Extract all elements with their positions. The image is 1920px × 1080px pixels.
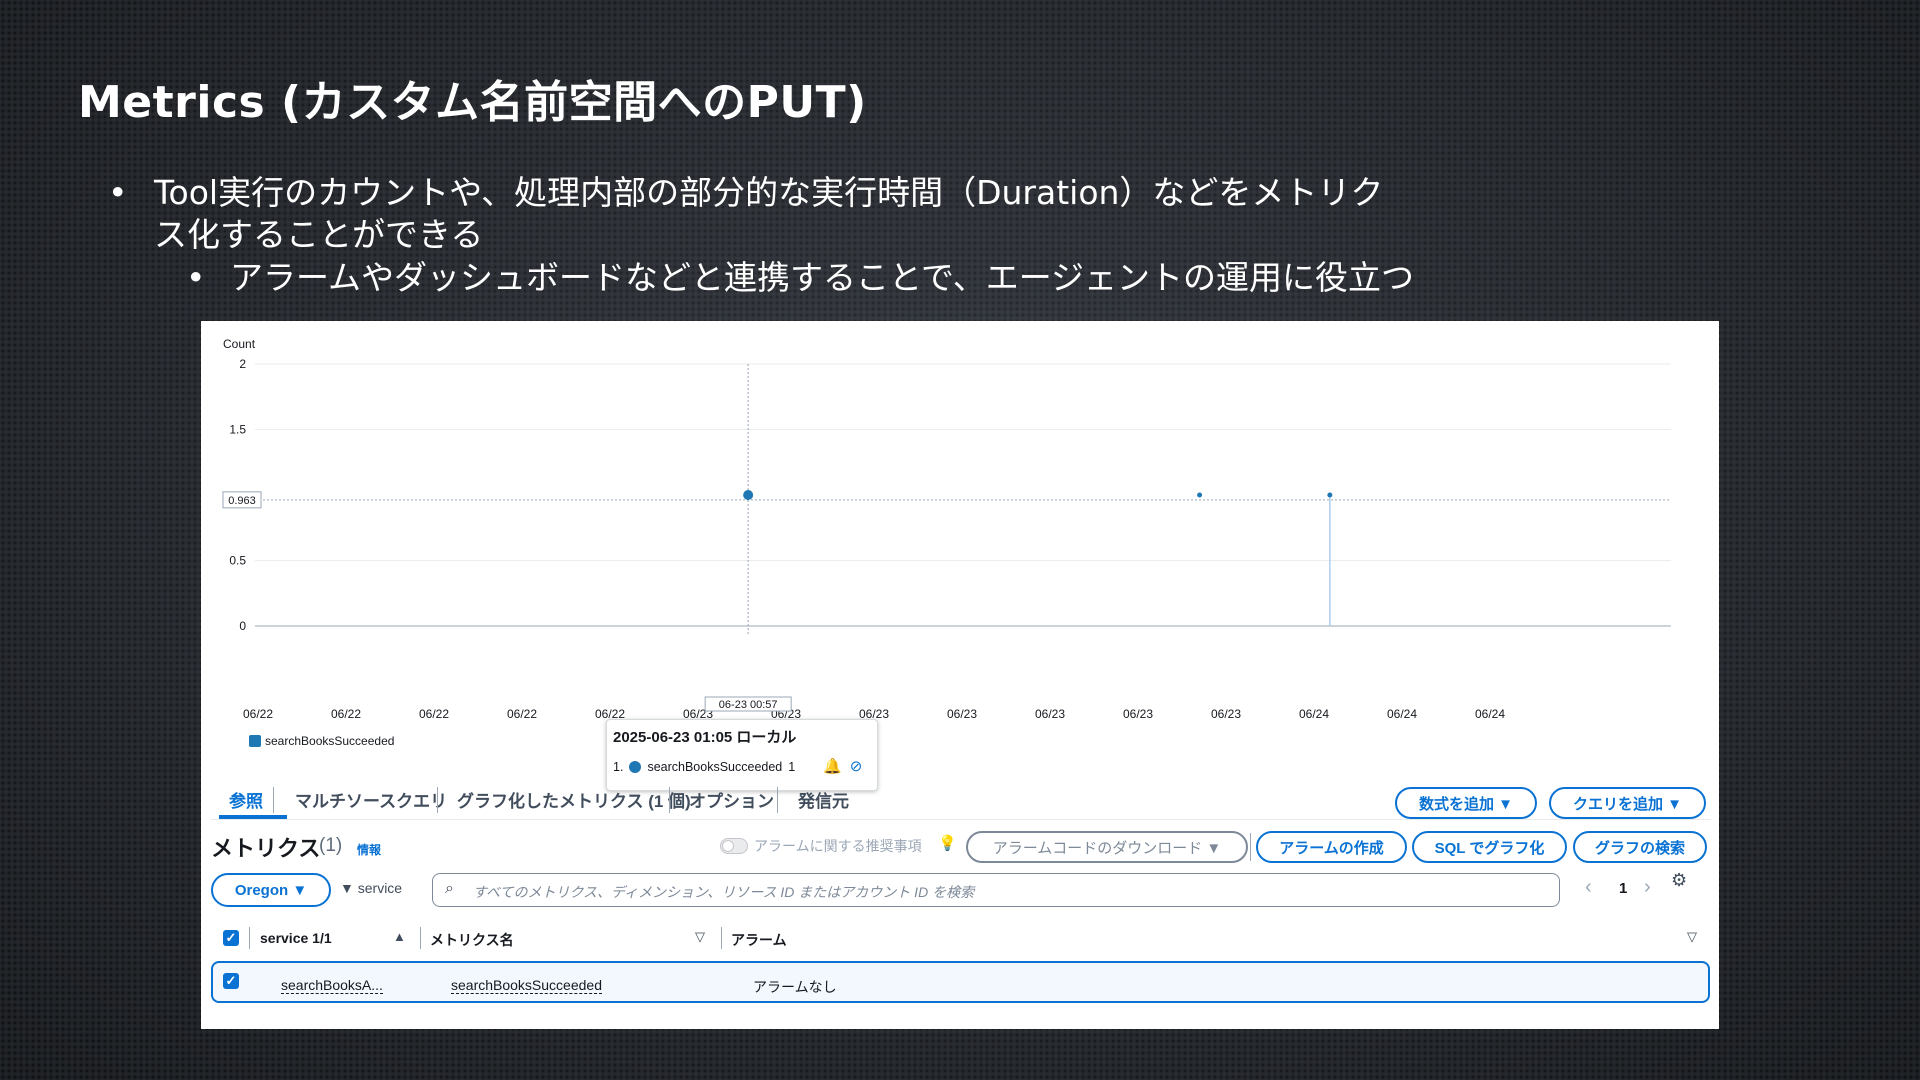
cloudwatch-screenshot: Count 0 0.5 1.5 2 0.963 06/22 06/22 06/22 06/22 06… bbox=[201, 321, 1719, 1029]
browse-graphs-button[interactable]: グラフの検索 bbox=[1573, 831, 1707, 863]
row-alarm: アラームなし bbox=[753, 979, 837, 995]
chart-legend[interactable]: searchBooksSucceeded bbox=[249, 734, 394, 748]
lightbulb-icon: 💡 bbox=[938, 835, 957, 852]
y-tick-label: 0.5 bbox=[229, 554, 246, 568]
bullet-marker: • bbox=[108, 173, 128, 212]
tooltip-value: 1 bbox=[788, 760, 796, 774]
info-link[interactable]: 情報 bbox=[357, 841, 381, 858]
header-alarm[interactable]: アラーム bbox=[731, 930, 787, 950]
metrics-title: メトリクス bbox=[211, 836, 321, 861]
metrics-count: (1) bbox=[319, 835, 343, 856]
bullet-1: • Tool実行のカウントや、処理内部の部分的な実行時間（Duration）など… bbox=[108, 172, 1404, 256]
tab-divider bbox=[669, 787, 670, 813]
legend-swatch bbox=[249, 735, 261, 747]
bullet-2-text: アラームやダッシュボードなどと連携することで、エージェントの運用に役立つ bbox=[230, 258, 1415, 297]
data-point bbox=[743, 490, 754, 500]
bullet-1-text: Tool実行のカウントや、処理内部の部分的な実行時間（Duration）などをメ… bbox=[154, 173, 1384, 254]
y-tick-label: 0 bbox=[239, 619, 246, 633]
legend-label: searchBooksSucceeded bbox=[265, 734, 395, 748]
y-tick-label: 2 bbox=[239, 357, 246, 371]
next-page-icon[interactable]: › bbox=[1644, 876, 1651, 899]
alarm-recommendations-label: アラームに関する推奨事項 bbox=[754, 838, 922, 854]
row-metric-name[interactable]: searchBooksSucceeded bbox=[451, 977, 602, 994]
page-number[interactable]: 1 bbox=[1619, 880, 1627, 897]
tab-options[interactable]: オプション bbox=[689, 787, 774, 812]
tab-divider bbox=[437, 787, 438, 813]
x-tick-label: 06/23 bbox=[1123, 707, 1153, 721]
graph-with-sql-button[interactable]: SQL でグラフ化 bbox=[1412, 831, 1567, 863]
search-placeholder: すべてのメトリクス、ディメンション、リソース ID またはアカウント ID を検… bbox=[473, 884, 975, 900]
slide-title: Metrics (カスタム名前空間へのPUT) bbox=[78, 77, 867, 128]
region-selector[interactable]: Oregon ▼ bbox=[211, 873, 331, 907]
tooltip-row: 1. searchBooksSucceeded 1 bbox=[613, 760, 795, 774]
header-divider bbox=[420, 927, 421, 949]
metrics-chart: Count 0 0.5 1.5 2 0.963 06/22 06/22 06/22 06/22 06… bbox=[222, 337, 1671, 721]
select-all-checkbox[interactable]: ✓ bbox=[223, 930, 239, 946]
x-tick-label: 06/23 bbox=[1211, 707, 1241, 721]
alarm-recommendations-toggle[interactable] bbox=[720, 838, 748, 854]
tab-multi-source-query[interactable]: マルチソースクエリ bbox=[295, 787, 447, 812]
gear-icon[interactable]: ⚙ bbox=[1671, 870, 1687, 891]
y-tick-label: 1.5 bbox=[229, 423, 246, 437]
tab-divider bbox=[273, 787, 274, 813]
table-row[interactable]: ✓ searchBooksA... searchBooksSucceeded ア… bbox=[211, 961, 1710, 1003]
sort-icon[interactable]: ▽ bbox=[695, 929, 705, 945]
crosshair-value-label: 0.963 bbox=[228, 495, 256, 507]
header-divider bbox=[721, 927, 722, 949]
x-tick-label: 06/22 bbox=[331, 707, 361, 721]
data-point bbox=[1197, 492, 1203, 498]
data-point bbox=[1327, 492, 1333, 498]
metrics-search-input[interactable]: ⌕ すべてのメトリクス、ディメンション、リソース ID またはアカウント ID … bbox=[432, 873, 1560, 907]
alarm-code-download-button[interactable]: アラームコードのダウンロード ▼ bbox=[966, 831, 1248, 863]
active-tab-indicator bbox=[219, 815, 287, 819]
add-math-button[interactable]: 数式を追加 ▼ bbox=[1395, 787, 1537, 819]
header-divider bbox=[249, 927, 250, 949]
tooltip-row-index: 1. bbox=[613, 760, 624, 774]
tab-graphed-metrics[interactable]: グラフ化したメトリクス (1 個) bbox=[457, 787, 691, 812]
tab-browse[interactable]: 参照 bbox=[229, 787, 263, 812]
x-tick-label: 06/24 bbox=[1299, 707, 1329, 721]
x-tick-label: 06/23 bbox=[947, 707, 977, 721]
toggle-knob bbox=[722, 840, 734, 852]
y-axis-label: Count bbox=[223, 337, 256, 351]
tooltip-swatch bbox=[629, 761, 642, 773]
cursor-time-label: 06-23 00:57 bbox=[719, 699, 778, 711]
bullet-marker: • bbox=[186, 258, 206, 297]
bell-icon[interactable]: 🔔 bbox=[823, 758, 842, 776]
sort-icon[interactable]: ▽ bbox=[1687, 929, 1697, 945]
x-tick-label: 06/23 bbox=[1035, 707, 1065, 721]
compass-icon[interactable]: ⊘ bbox=[847, 758, 865, 776]
search-icon: ⌕ bbox=[445, 880, 454, 897]
header-metric-name[interactable]: メトリクス名 bbox=[430, 930, 514, 950]
sort-ascending-icon[interactable]: ▲ bbox=[393, 929, 406, 944]
add-query-button[interactable]: クエリを追加 ▼ bbox=[1549, 787, 1706, 819]
tab-divider bbox=[777, 787, 778, 813]
tooltip-time: 2025-06-23 01:05 ローカル bbox=[613, 729, 797, 746]
x-tick-label: 06/22 bbox=[507, 707, 537, 721]
create-alarm-button[interactable]: アラームの作成 bbox=[1256, 831, 1407, 863]
bullet-2: • アラームやダッシュボードなどと連携することで、エージェントの運用に役立つ bbox=[186, 257, 1530, 299]
x-tick-label: 06/22 bbox=[243, 707, 273, 721]
prev-page-icon[interactable]: ‹ bbox=[1585, 876, 1592, 899]
tab-source[interactable]: 発信元 bbox=[798, 787, 849, 812]
header-service[interactable]: service 1/1 bbox=[260, 930, 332, 946]
row-service[interactable]: searchBooksA... bbox=[281, 977, 383, 994]
service-filter-chip[interactable]: ▼ service bbox=[340, 880, 402, 896]
x-tick-label: 06/22 bbox=[419, 707, 449, 721]
toolbar-divider bbox=[1250, 833, 1251, 861]
x-tick-label: 06/24 bbox=[1475, 707, 1505, 721]
row-checkbox[interactable]: ✓ bbox=[223, 973, 239, 989]
tooltip-series: searchBooksSucceeded bbox=[647, 760, 783, 774]
x-tick-label: 06/24 bbox=[1387, 707, 1417, 721]
